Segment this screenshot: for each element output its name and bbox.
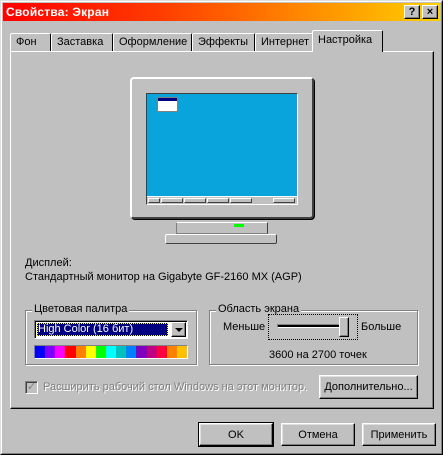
advanced-button[interactable]: Дополнительно... [319, 375, 418, 399]
palette-swatch [95, 346, 106, 358]
palette-swatch [166, 346, 177, 358]
power-led [234, 224, 244, 227]
palette-swatch [35, 346, 46, 358]
monitor-stand-neck [176, 222, 268, 234]
color-palette-selected: High Color (16 бит) [37, 323, 168, 336]
palette-swatch [45, 346, 56, 358]
palette-swatch [75, 346, 86, 358]
palette-swatch [156, 346, 167, 358]
close-button[interactable]: × [422, 5, 438, 19]
ok-button[interactable]: OK [198, 422, 274, 447]
color-palette-select[interactable]: High Color (16 бит) [34, 320, 188, 339]
color-palette-title: Цветовая палитра [32, 303, 130, 315]
display-label: Дисплей: [25, 257, 72, 269]
preview-window [157, 97, 178, 112]
palette-swatch [126, 346, 137, 358]
palette-swatch [116, 346, 127, 358]
palette-swatch [85, 346, 96, 358]
palette-swatch [176, 346, 188, 358]
tab-background[interactable]: Фон [10, 33, 51, 51]
resolution-text: 3600 на 2700 точек [269, 349, 367, 361]
tab-screensaver[interactable]: Заставка [51, 33, 113, 51]
palette-swatch [65, 346, 76, 358]
palette-swatch [105, 346, 117, 358]
slider-thumb[interactable] [339, 317, 349, 337]
window-title: Свойства: Экран [6, 5, 110, 19]
extend-desktop-checkbox[interactable]: ✓ [25, 381, 38, 394]
extend-desktop-label: Расширить рабочий стол Windows на этот м… [43, 381, 308, 393]
title-bar[interactable]: Свойства: Экран ? × [3, 3, 440, 21]
more-label: Больше [361, 321, 402, 333]
chevron-down-icon[interactable] [171, 322, 186, 337]
apply-button[interactable]: Применить [362, 423, 436, 446]
monitor-stand-base [165, 234, 277, 244]
tab-internet[interactable]: Интернет [255, 33, 313, 51]
display-value: Стандартный монитор на Gigabyte GF-2160 … [25, 271, 302, 283]
less-label: Меньше [223, 321, 266, 333]
screen-area-title: Область экрана [216, 303, 302, 315]
cancel-button[interactable]: Отмена [281, 423, 355, 446]
palette-swatch [136, 346, 147, 358]
display-properties-window: Свойства: Экран ? × Фон Заставка Оформле… [0, 0, 443, 455]
color-palette-preview [34, 345, 188, 359]
help-button[interactable]: ? [404, 5, 420, 19]
palette-swatch [146, 346, 157, 358]
monitor-screen [146, 93, 298, 205]
tab-effects[interactable]: Эффекты [192, 33, 255, 51]
palette-swatch [55, 346, 66, 358]
tab-settings[interactable]: Настройка [312, 30, 383, 52]
preview-taskbar [147, 196, 297, 204]
tab-appearance[interactable]: Оформление [113, 33, 192, 51]
